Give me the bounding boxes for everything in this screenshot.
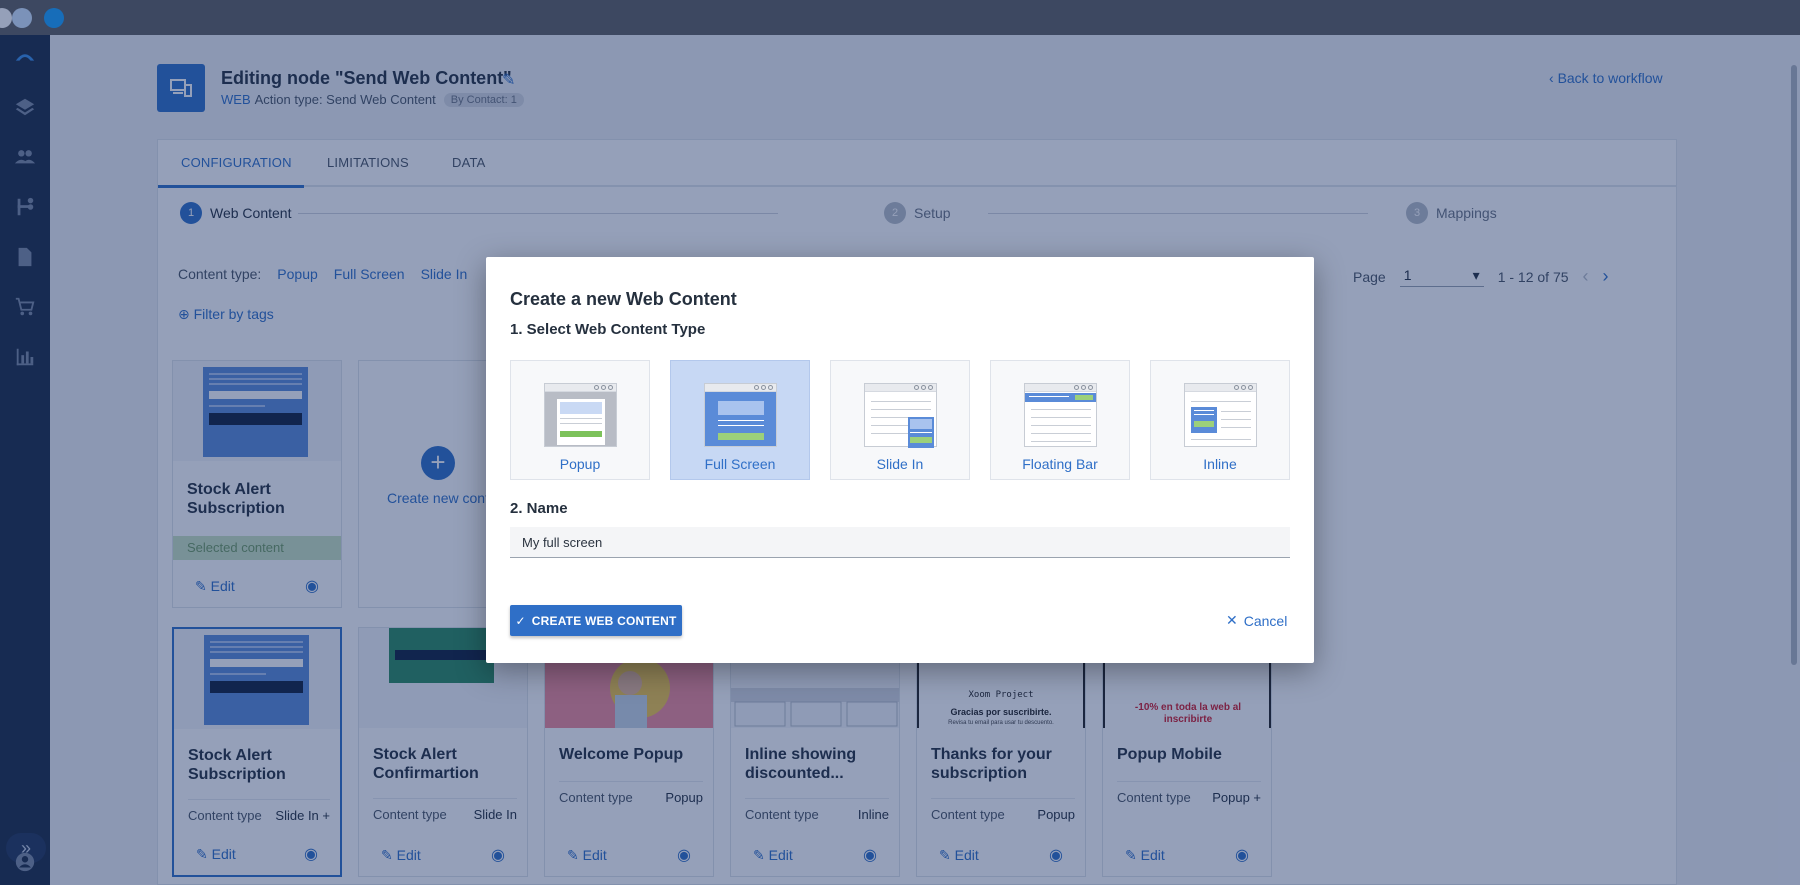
create-web-content-button[interactable]: ✓ CREATE WEB CONTENT bbox=[510, 605, 682, 636]
full-screen-type-icon bbox=[704, 383, 777, 447]
type-option-floating-bar[interactable]: Floating Bar bbox=[990, 360, 1130, 480]
inline-type-icon bbox=[1184, 383, 1257, 447]
section-type-heading: 1. Select Web Content Type bbox=[510, 321, 706, 338]
type-option-full-screen[interactable]: Full Screen bbox=[670, 360, 810, 480]
floating-bar-type-icon bbox=[1024, 383, 1097, 447]
check-icon: ✓ bbox=[515, 613, 526, 628]
dialog-title: Create a new Web Content bbox=[510, 289, 737, 309]
content-name-input[interactable]: My full screen bbox=[510, 527, 1290, 558]
create-web-content-dialog: Create a new Web Content 1. Select Web C… bbox=[486, 257, 1314, 663]
type-option-slide-in[interactable]: Slide In bbox=[830, 360, 970, 480]
popup-type-icon bbox=[544, 383, 617, 447]
section-name-heading: 2. Name bbox=[510, 500, 568, 517]
close-icon: ✕ bbox=[1226, 612, 1238, 628]
cancel-button[interactable]: ✕ Cancel bbox=[1226, 612, 1287, 629]
type-option-popup[interactable]: Popup bbox=[510, 360, 650, 480]
type-option-inline[interactable]: Inline bbox=[1150, 360, 1290, 480]
slide-in-type-icon bbox=[864, 383, 937, 448]
